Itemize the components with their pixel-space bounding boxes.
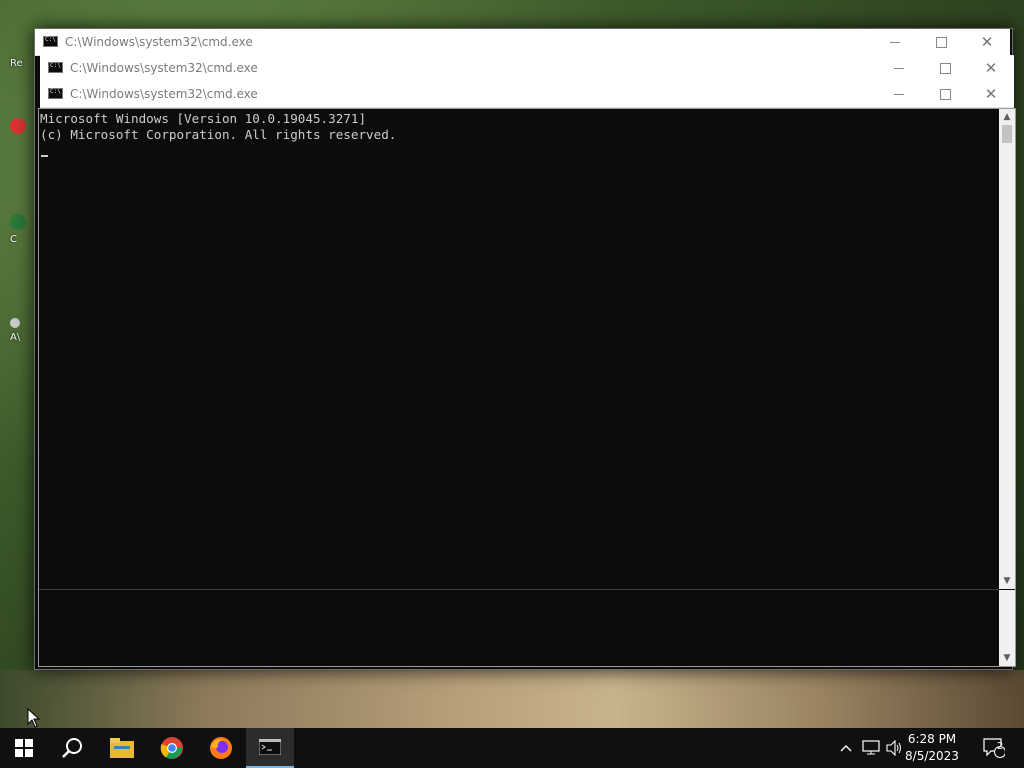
minimize-icon [890, 41, 900, 43]
desktop-icon-recycle-bin[interactable]: Re [10, 58, 36, 69]
taskbar: 6:28 PM 8/5/2023 2 [0, 728, 1024, 768]
clock[interactable]: 6:28 PM 8/5/2023 [902, 731, 962, 765]
cmd-taskbar-button[interactable] [246, 728, 294, 768]
start-icon [15, 739, 33, 757]
scroll-up-icon[interactable]: ▲ [999, 109, 1015, 125]
window-title: C:\Windows\system32\cmd.exe [70, 61, 258, 75]
maximize-button[interactable] [922, 81, 968, 107]
chrome-shortcut-icon [10, 118, 26, 134]
wallpaper [0, 670, 1024, 728]
minimize-button[interactable] [876, 81, 922, 107]
network-button[interactable] [860, 728, 882, 768]
window-title: C:\Windows\system32\cmd.exe [65, 35, 253, 49]
vertical-scrollbar[interactable]: ▲ ▼ [999, 109, 1015, 589]
close-button[interactable]: ✕ [968, 81, 1014, 107]
cmd-icon [259, 739, 281, 755]
window-title: C:\Windows\system32\cmd.exe [70, 87, 258, 101]
chrome-button[interactable] [148, 728, 196, 768]
minimize-button[interactable] [876, 55, 922, 81]
maximize-button[interactable] [922, 55, 968, 81]
cmd-app-icon [48, 88, 63, 99]
cmd-app-icon [48, 62, 63, 73]
titlebar[interactable]: C:\Windows\system32\cmd.exe ✕ [40, 55, 1014, 82]
console-output: Microsoft Windows [Version 10.0.19045.32… [40, 111, 397, 142]
desktop-icon-shortcut[interactable]: A\ [10, 318, 36, 343]
maximize-icon [939, 62, 951, 74]
search-icon [62, 738, 82, 758]
firefox-icon [210, 737, 232, 759]
action-center-button[interactable]: 2 [978, 728, 1010, 768]
close-icon: ✕ [984, 84, 998, 103]
network-icon [862, 740, 880, 755]
titlebar[interactable]: C:\Windows\system32\cmd.exe ✕ [40, 81, 1014, 108]
clock-time: 6:28 PM [907, 732, 957, 746]
search-button[interactable] [48, 728, 96, 768]
text-cursor [41, 155, 48, 157]
file-explorer-button[interactable] [98, 728, 146, 768]
chrome-icon [160, 737, 183, 759]
cmd-app-icon [43, 36, 58, 47]
scrollbar-thumb[interactable] [1002, 125, 1012, 143]
shortcut-icon [10, 318, 20, 328]
desktop-icon-label: C [10, 234, 17, 245]
firefox-button[interactable] [197, 728, 245, 768]
desktop-icon-app[interactable]: C [10, 214, 36, 245]
vertical-scrollbar-lower[interactable]: ▼ [999, 590, 1015, 666]
maximize-icon [939, 88, 951, 100]
desktop-icon-label: A\ [10, 332, 21, 343]
app-shortcut-icon [10, 214, 26, 230]
scroll-down-icon[interactable]: ▼ [999, 650, 1015, 666]
close-icon: ✕ [980, 32, 994, 51]
maximize-button[interactable] [918, 29, 964, 55]
start-button[interactable] [0, 728, 48, 768]
close-button[interactable]: ✕ [968, 55, 1014, 81]
scroll-down-icon[interactable]: ▼ [999, 573, 1015, 589]
close-icon: ✕ [984, 58, 998, 77]
close-button[interactable]: ✕ [964, 29, 1010, 55]
console-area[interactable]: Microsoft Windows [Version 10.0.19045.32… [38, 108, 1016, 667]
notification-count-badge: 2 [997, 741, 1004, 752]
mouse-pointer-icon [27, 708, 41, 728]
show-hidden-icons-button[interactable] [836, 728, 856, 768]
minimize-icon [894, 67, 904, 69]
chevron-up-icon [840, 745, 852, 752]
console-split-divider [39, 589, 999, 590]
clock-date: 8/5/2023 [905, 749, 959, 763]
minimize-icon [894, 93, 904, 95]
maximize-icon [935, 36, 947, 48]
desktop-icon-chrome[interactable] [10, 118, 36, 138]
file-explorer-icon [110, 738, 134, 758]
titlebar[interactable]: C:\Windows\system32\cmd.exe ✕ [35, 29, 1010, 56]
desktop-icon-label: Re [10, 58, 23, 69]
minimize-button[interactable] [872, 29, 918, 55]
